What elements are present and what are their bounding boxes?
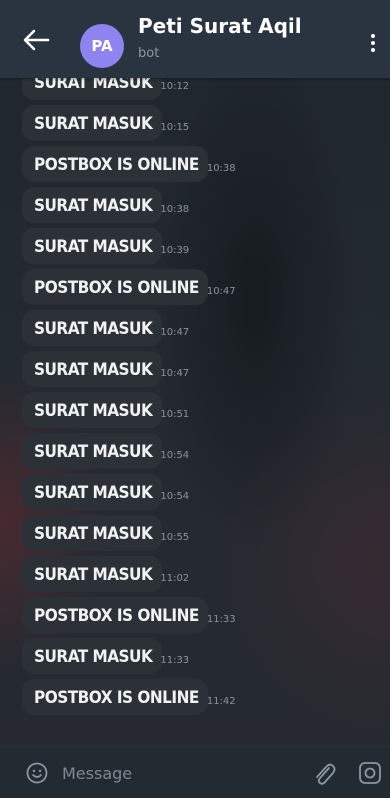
back-arrow-icon[interactable] [22,28,50,52]
message-bubble: SURAT MASUK 11:02 [22,556,189,592]
message-text: SURAT MASUK [34,237,153,257]
chat-title[interactable]: Peti Surat Aqil [138,14,302,38]
message-time: 10:55 [160,532,190,543]
message-time: 11:33 [206,614,236,625]
message-time: 11:42 [206,696,236,707]
message-text: POSTBOX IS ONLINE [34,155,199,175]
message-time: 10:15 [160,122,190,133]
message-time: 10:38 [160,204,190,215]
message-input[interactable] [62,759,292,787]
message-bubble: SURAT MASUK 10:54 [22,433,189,469]
message-time: 10:47 [160,368,190,379]
message-time: 10:54 [160,450,190,461]
message-text: SURAT MASUK [34,524,153,544]
message-bubble: SURAT MASUK 10:39 [22,228,189,264]
message-text: SURAT MASUK [34,360,153,380]
message-bubble: POSTBOX IS ONLINE 10:47 [22,269,236,305]
more-vertical-icon[interactable] [368,34,378,56]
message-text: SURAT MASUK [34,442,153,462]
message-time: 10:12 [160,81,190,92]
message-time: 11:33 [160,655,190,666]
message-time: 10:54 [160,491,190,502]
message-bubble: SURAT MASUK 10:54 [22,474,189,510]
message-text: POSTBOX IS ONLINE [34,688,199,708]
message-text: SURAT MASUK [34,565,153,585]
message-text: SURAT MASUK [34,483,153,503]
message-bubble: POSTBOX IS ONLINE 11:33 [22,597,236,633]
message-bubble: SURAT MASUK 10:51 [22,392,189,428]
message-bubble: POSTBOX IS ONLINE 11:42 [22,679,236,715]
message-bubble: SURAT MASUK 11:33 [22,638,189,674]
message-text: SURAT MASUK [34,401,153,421]
message-text: SURAT MASUK [34,114,153,134]
message-bubble: SURAT MASUK 10:47 [22,310,189,346]
message-time: 10:38 [206,163,236,174]
message-list[interactable]: SURAT MASUK 10:12 SURAT MASUK 10:15 POST… [0,56,390,746]
chat-screen: SURAT MASUK 10:12 SURAT MASUK 10:15 POST… [0,0,390,798]
message-bubble: SURAT MASUK 10:55 [22,515,189,551]
message-bubble: SURAT MASUK 10:15 [22,105,189,141]
message-text: POSTBOX IS ONLINE [34,278,199,298]
message-time: 11:02 [160,573,190,584]
camera-icon[interactable] [358,760,382,786]
message-input-bar [0,746,390,798]
message-text: SURAT MASUK [34,647,153,667]
message-time: 10:47 [160,327,190,338]
message-bubble: SURAT MASUK 10:38 [22,187,189,223]
chat-subtitle: bot [138,46,160,61]
message-time: 10:51 [160,409,190,420]
message-bubble: SURAT MASUK 10:47 [22,351,189,387]
message-text: SURAT MASUK [34,196,153,216]
message-text: POSTBOX IS ONLINE [34,606,199,626]
message-bubble: POSTBOX IS ONLINE 10:38 [22,146,236,182]
message-text: SURAT MASUK [34,319,153,339]
paperclip-icon[interactable] [312,761,336,787]
message-time: 10:39 [160,245,190,256]
chat-header: PA Peti Surat Aqil bot [0,0,390,78]
avatar[interactable]: PA [80,24,124,68]
avatar-initials: PA [91,37,113,55]
emoji-icon[interactable] [26,762,48,784]
message-time: 10:47 [206,286,236,297]
